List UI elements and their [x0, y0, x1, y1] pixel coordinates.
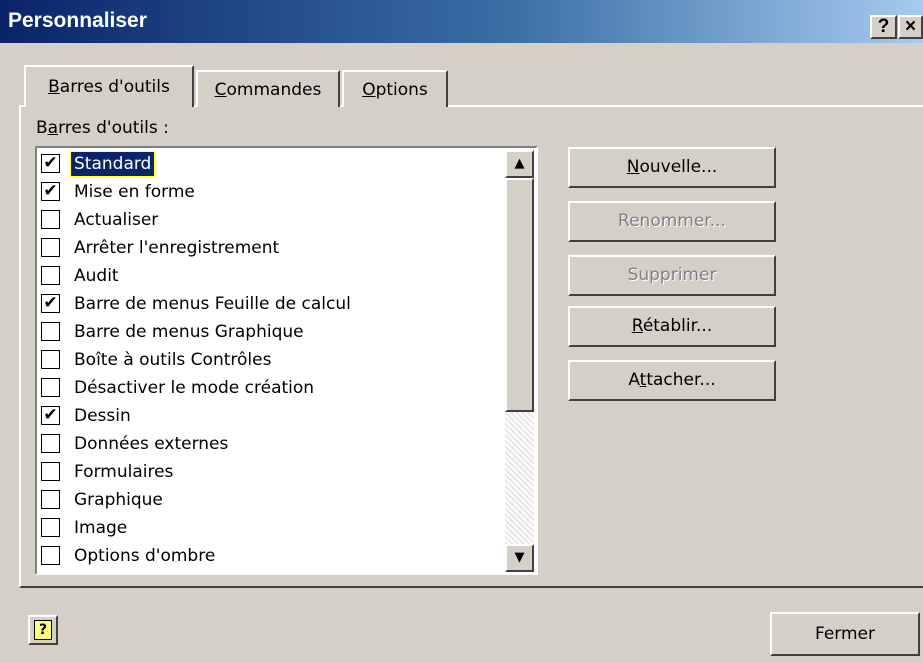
list-item[interactable]: Désactiver le mode création	[40, 374, 510, 402]
list-item[interactable]: Barre de menus Graphique	[40, 318, 510, 346]
toolbar-label: Options d'ombre	[74, 546, 216, 566]
toolbar-checkbox[interactable]: ✔	[41, 406, 60, 425]
toolbar-checkbox[interactable]	[41, 490, 60, 509]
toolbar-checkbox[interactable]	[41, 322, 60, 341]
toolbar-checkbox[interactable]	[41, 210, 60, 229]
new-toolbar-button[interactable]: Nouvelle...	[568, 147, 776, 188]
toolbar-label: Données externes	[74, 434, 229, 454]
toolbar-checkbox[interactable]	[41, 518, 60, 537]
toolbars-listbox[interactable]: ✔ Standard ✔ Mise en forme Actualiser Arrêter…	[35, 146, 538, 575]
tab-options[interactable]: Options	[342, 70, 448, 107]
toolbar-label: Actualiser	[74, 210, 159, 230]
toolbar-label: Mise en forme	[74, 182, 195, 202]
toolbar-checkbox[interactable]: ✔	[41, 294, 60, 313]
list-item[interactable]: ✔ Mise en forme	[40, 178, 510, 206]
toolbar-checkbox[interactable]: ✔	[41, 154, 60, 173]
toolbar-label: Barre de menus Feuille de calcul	[74, 294, 351, 314]
close-button[interactable]: Fermer	[770, 612, 920, 656]
list-item[interactable]: Graphique	[40, 486, 510, 514]
reset-toolbar-button[interactable]: Rétablir...	[568, 306, 776, 347]
list-item[interactable]: Arrêter l'enregistrement	[40, 234, 510, 262]
toolbar-label: Désactiver le mode création	[74, 378, 315, 398]
toolbar-checkbox[interactable]	[41, 434, 60, 453]
toolbar-label: Dessin	[74, 406, 131, 426]
title-bar: Personnaliser ? ×	[0, 0, 923, 43]
toolbar-label: Boîte à outils Contrôles	[74, 350, 272, 370]
rename-toolbar-button[interactable]: Renommer...	[568, 201, 776, 242]
tab-commands[interactable]: Commandes	[196, 70, 340, 107]
tab-toolbars-label: Barres d'outils	[48, 77, 170, 97]
list-item[interactable]: Image	[40, 514, 510, 542]
scroll-up-arrow-icon[interactable]: ▲	[505, 150, 534, 178]
help-question-icon: ?	[34, 620, 52, 640]
toolbar-label: Arrêter l'enregistrement	[74, 238, 280, 258]
scroll-down-arrow-icon[interactable]: ▼	[505, 544, 534, 572]
toolbar-label: Barre de menus Graphique	[74, 322, 304, 342]
vertical-scrollbar[interactable]: ▲ ▼	[505, 150, 534, 572]
toolbar-label: Image	[74, 518, 128, 538]
toolbar-checkbox[interactable]: ✔	[41, 182, 60, 201]
window-title: Personnaliser	[8, 9, 147, 32]
toolbar-checkbox[interactable]	[41, 546, 60, 565]
list-item[interactable]: Données externes	[40, 430, 510, 458]
list-item[interactable]: ✔ Barre de menus Feuille de calcul	[40, 290, 510, 318]
toolbar-label: Audit	[74, 266, 119, 286]
help-button[interactable]: ?	[870, 15, 897, 39]
assistant-help-button[interactable]: ?	[28, 615, 58, 645]
scroll-thumb[interactable]	[505, 178, 534, 412]
list-item[interactable]: ✔ Standard	[40, 150, 510, 178]
close-window-button[interactable]: ×	[898, 15, 923, 39]
list-item[interactable]: Formulaires	[40, 458, 510, 486]
toolbar-label: Standard	[69, 151, 156, 177]
toolbar-checkbox[interactable]	[41, 266, 60, 285]
tab-commands-label: Commandes	[214, 80, 322, 100]
list-item[interactable]: Actualiser	[40, 206, 510, 234]
toolbar-label: Graphique	[74, 490, 163, 510]
toolbar-checkbox[interactable]	[41, 238, 60, 257]
toolbar-checkbox[interactable]	[41, 378, 60, 397]
list-item[interactable]: Audit	[40, 262, 510, 290]
toolbar-checkbox[interactable]	[41, 462, 60, 481]
list-item[interactable]: Options d'ombre	[40, 542, 510, 570]
tab-toolbars[interactable]: Barres d'outils	[24, 65, 194, 107]
toolbar-checkbox[interactable]	[41, 350, 60, 369]
attach-toolbar-button[interactable]: Attacher...	[568, 360, 776, 401]
toolbars-list-label: Barres d'outils :	[36, 118, 169, 138]
tab-options-label: Options	[362, 80, 428, 100]
toolbar-label: Formulaires	[74, 462, 174, 482]
list-item[interactable]: ✔ Dessin	[40, 402, 510, 430]
list-item[interactable]: Boîte à outils Contrôles	[40, 346, 510, 374]
delete-toolbar-button[interactable]: Supprimer	[568, 255, 776, 296]
